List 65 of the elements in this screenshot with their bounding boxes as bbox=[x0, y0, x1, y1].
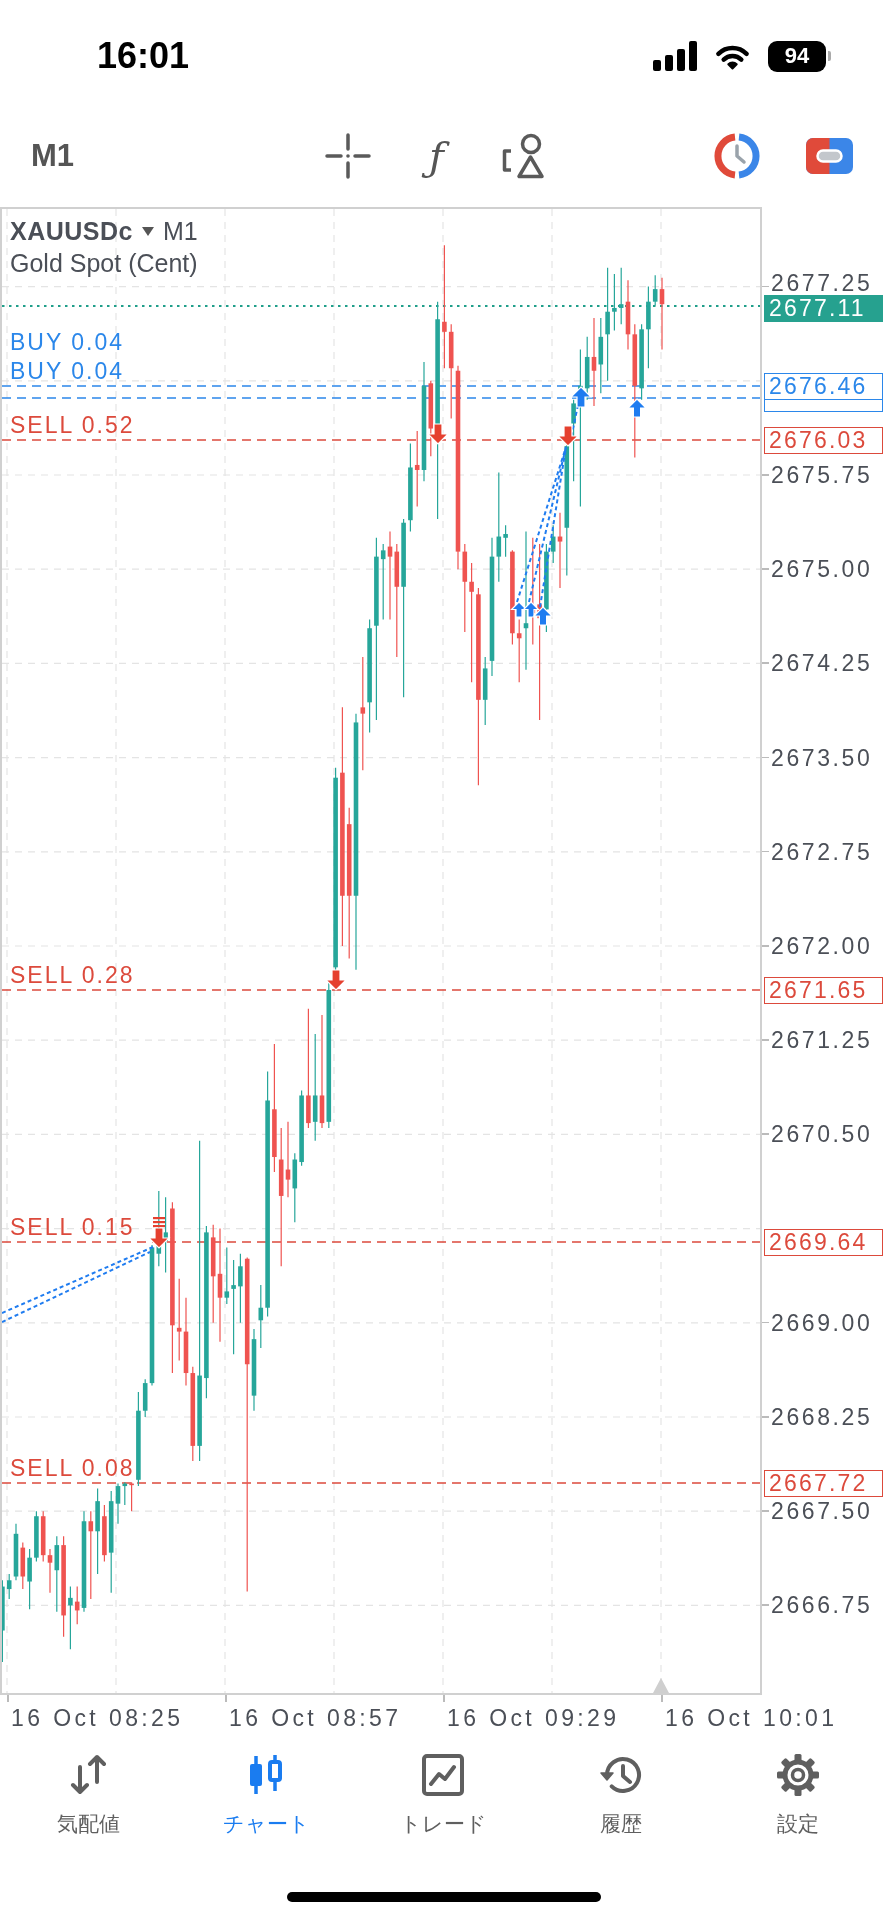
time-axis-label: 16 Oct 08:57 bbox=[229, 1704, 402, 1732]
order-price-tag: 2667.72 bbox=[764, 1469, 883, 1497]
price-axis-label: 2670.50 bbox=[771, 1122, 873, 1147]
price-axis-label: 2671.25 bbox=[771, 1028, 873, 1053]
symbol-description: Gold Spot (Cent) bbox=[10, 248, 198, 279]
price-axis-label: 2677.25 bbox=[771, 271, 873, 295]
order-price-tag: 2671.65 bbox=[764, 976, 883, 1004]
up-arrow-icon bbox=[569, 386, 593, 408]
bullish-candle bbox=[238, 1253, 243, 1324]
price-axis-label: 2672.75 bbox=[771, 839, 873, 864]
caret-icon[interactable] bbox=[142, 226, 154, 236]
down-arrow-icon bbox=[147, 1217, 171, 1249]
order-label: SELL 0.08 bbox=[10, 1455, 135, 1481]
order-price-tag: 2676.46 bbox=[764, 372, 883, 400]
switch-icon[interactable] bbox=[806, 137, 853, 174]
time-axis-label: 16 Oct 10:01 bbox=[665, 1704, 838, 1732]
order-label: SELL 0.15 bbox=[10, 1214, 135, 1240]
indicators-button[interactable]: ƒ bbox=[419, 128, 454, 183]
shapes-icon[interactable] bbox=[501, 132, 544, 179]
order-label: SELL 0.52 bbox=[10, 412, 135, 438]
bearish-candle bbox=[74, 1585, 80, 1625]
price-axis-label: 2667.50 bbox=[771, 1499, 873, 1524]
price-axis-label: 2673.50 bbox=[771, 745, 873, 770]
chart-timeframe: M1 bbox=[163, 216, 198, 247]
crosshair-icon[interactable] bbox=[325, 132, 371, 179]
time-axis-label: 16 Oct 08:25 bbox=[11, 1704, 184, 1732]
battery-indicator: 94 bbox=[768, 40, 831, 72]
clock-ring-icon[interactable] bbox=[714, 132, 760, 179]
up-arrow-icon bbox=[626, 398, 648, 418]
price-axis-label: 2675.75 bbox=[771, 463, 873, 487]
bullish-candle bbox=[68, 1585, 73, 1650]
bullish-candle bbox=[34, 1510, 39, 1563]
bearish-candle bbox=[102, 1504, 107, 1563]
bearish-candle bbox=[20, 1542, 26, 1590]
up-arrow-icon bbox=[522, 601, 540, 618]
current-price-tag: 2677.11 bbox=[764, 295, 883, 322]
price-axis-label: 2669.00 bbox=[771, 1310, 873, 1335]
line-chart-icon bbox=[421, 1753, 466, 1797]
tab-item[interactable]: トレード bbox=[396, 1745, 491, 1837]
price-axis-label: 2675.00 bbox=[771, 557, 873, 582]
down-arrow-icon bbox=[426, 423, 450, 445]
price-axis-label: 2666.75 bbox=[771, 1593, 873, 1618]
down-arrow-icon bbox=[324, 969, 348, 991]
price-axis-label: 2672.00 bbox=[771, 934, 873, 958]
price-axis-label: 2668.25 bbox=[771, 1405, 873, 1429]
order-label: BUY 0.04 bbox=[10, 329, 125, 355]
price-axis-label: 2674.25 bbox=[771, 651, 873, 676]
order-label: SELL 0.28 bbox=[10, 962, 135, 988]
time-axis-label: 16 Oct 09:29 bbox=[447, 1704, 620, 1732]
tab-item[interactable]: 設定 bbox=[772, 1745, 825, 1837]
order-price-tag: 2669.64 bbox=[764, 1228, 883, 1256]
signal-icon bbox=[653, 41, 697, 71]
bullish-candle bbox=[27, 1548, 32, 1610]
settings-icon bbox=[776, 1753, 821, 1797]
order-label: BUY 0.04 bbox=[10, 358, 125, 384]
tab-item[interactable]: 気配値 bbox=[53, 1745, 125, 1837]
order-price-tag: 2676.03 bbox=[764, 426, 883, 454]
bearish-candle bbox=[129, 1481, 134, 1512]
tab-item[interactable]: チャート bbox=[218, 1745, 314, 1837]
status-time: 16:01 bbox=[97, 35, 190, 77]
tab-item[interactable]: 履歴 bbox=[594, 1745, 647, 1837]
symbol-name[interactable]: XAUUSDc bbox=[10, 215, 133, 247]
timeframe-button[interactable]: M1 bbox=[31, 137, 75, 174]
up-arrow-icon bbox=[532, 606, 554, 626]
down-arrow-icon bbox=[556, 425, 580, 447]
